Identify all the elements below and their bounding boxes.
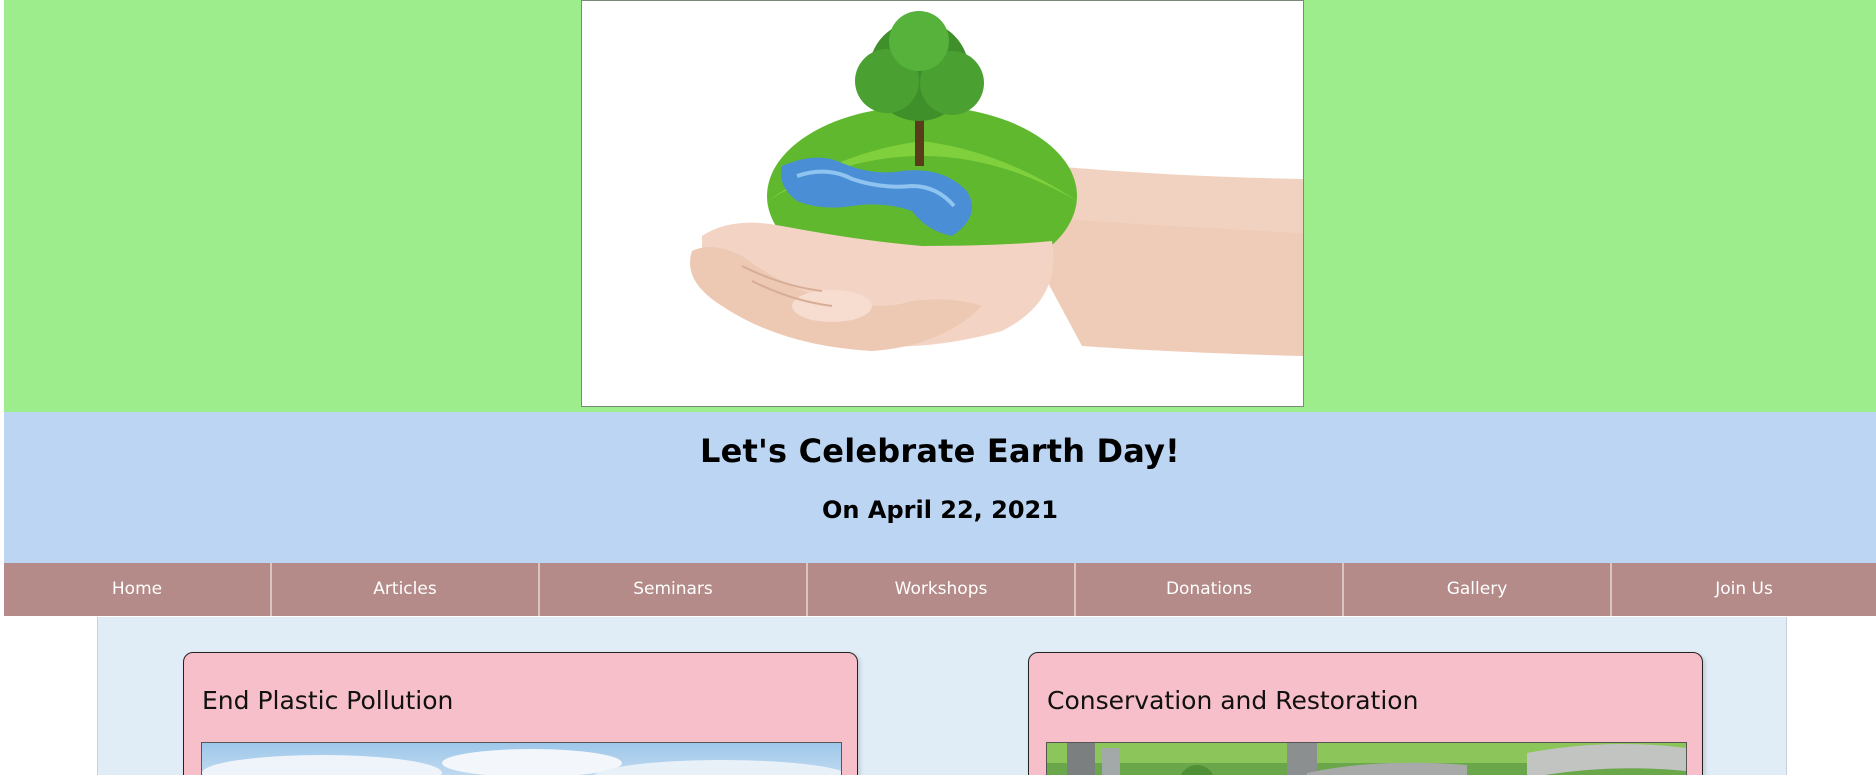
card-title[interactable]: End Plastic Pollution — [202, 686, 453, 715]
nav-item-donations[interactable]: Donations — [1076, 563, 1344, 616]
banner: Let's Celebrate Earth Day! On April 22, … — [4, 412, 1876, 563]
page-title: Let's Celebrate Earth Day! — [700, 432, 1180, 470]
card-image[interactable] — [201, 742, 842, 775]
hero-image — [581, 0, 1304, 407]
hero-section — [4, 0, 1876, 412]
nav-item-home[interactable]: Home — [4, 563, 272, 616]
earth-in-hands-illustration — [690, 11, 1303, 356]
nav-item-workshops[interactable]: Workshops — [808, 563, 1076, 616]
card-title[interactable]: Conservation and Restoration — [1047, 686, 1418, 715]
nav-item-join-us[interactable]: Join Us — [1612, 563, 1876, 616]
main-nav: Home Articles Seminars Workshops Donatio… — [4, 563, 1876, 616]
event-date: On April 22, 2021 — [822, 496, 1058, 524]
nav-item-articles[interactable]: Articles — [272, 563, 540, 616]
page: Let's Celebrate Earth Day! On April 22, … — [0, 0, 1876, 775]
nav-item-seminars[interactable]: Seminars — [540, 563, 808, 616]
nav-item-gallery[interactable]: Gallery — [1344, 563, 1612, 616]
sky-photo — [202, 743, 841, 775]
article-card[interactable]: Conservation and Restoration — [1028, 652, 1703, 775]
content-area: End Plastic Pollution Conservation and R… — [97, 617, 1787, 775]
forest-photo — [1047, 743, 1686, 775]
article-card[interactable]: End Plastic Pollution — [183, 652, 858, 775]
card-image[interactable] — [1046, 742, 1687, 775]
